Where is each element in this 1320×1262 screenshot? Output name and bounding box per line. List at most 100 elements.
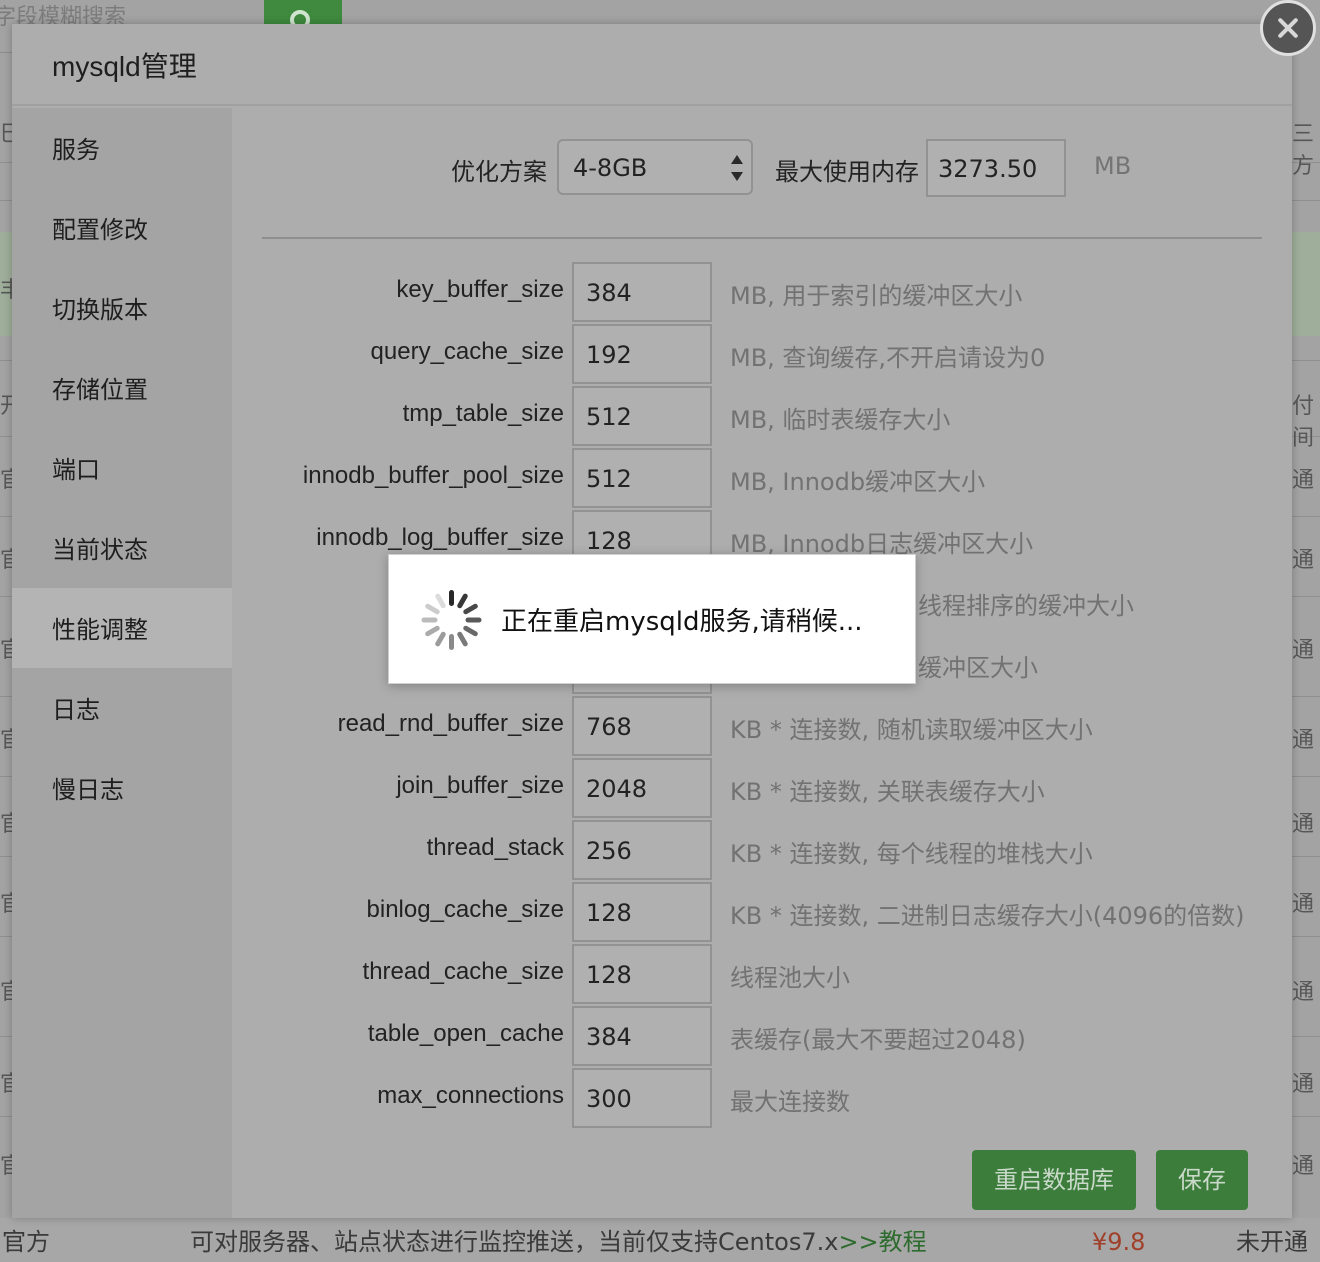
param-desc: 最大连接数 bbox=[730, 1088, 850, 1116]
param-name: innodb_buffer_pool_size bbox=[302, 462, 564, 489]
param-name: tmp_table_size bbox=[402, 400, 564, 427]
select-arrows-icon bbox=[731, 155, 743, 181]
sidebar-item-storage[interactable]: 存储位置 bbox=[12, 348, 232, 428]
spinner-segment bbox=[449, 634, 454, 650]
spinner-segment bbox=[434, 630, 447, 648]
param-name: table_open_cache bbox=[367, 1020, 564, 1047]
param-input[interactable]: 512 bbox=[572, 448, 712, 508]
spinner-segment bbox=[449, 590, 454, 606]
table-cell-fragment: 通 bbox=[1292, 979, 1315, 1004]
table-cell-fragment: 官 bbox=[0, 811, 12, 836]
param-desc: KB * 连接数, 关联表缓存大小 bbox=[730, 778, 1045, 806]
param-desc: KB * 连接数, 每个线程的堆栈大小 bbox=[730, 840, 1093, 868]
param-row: key_buffer_size 384 MB, 用于索引的缓冲区大小 bbox=[232, 262, 1292, 324]
table-cell-fragment: 通 bbox=[1292, 467, 1315, 492]
divider bbox=[262, 237, 1262, 239]
loading-message: 正在重启mysqld服务,请稍候... bbox=[501, 607, 863, 637]
table-cell-fragment: 通 bbox=[1292, 891, 1315, 916]
param-name: innodb_log_buffer_size bbox=[316, 524, 564, 551]
plugin-desc: 可对服务器、站点状态进行监控推送，当前仅支持Centos7.x>>教程 bbox=[190, 1228, 927, 1256]
optimize-select[interactable]: 4-8GB bbox=[557, 139, 753, 195]
param-row: max_connections 300 最大连接数 bbox=[232, 1068, 1292, 1130]
spinner-segment bbox=[465, 617, 482, 623]
table-cell-fragment: 开 bbox=[0, 393, 12, 418]
table-cell-fragment: 通 bbox=[1292, 547, 1315, 572]
param-input[interactable]: 384 bbox=[572, 1006, 712, 1066]
param-desc: MB, Innodb缓冲区大小 bbox=[730, 468, 986, 496]
param-name: read_rnd_buffer_size bbox=[337, 710, 564, 737]
spinner-segment bbox=[462, 602, 479, 616]
table-cell-fragment: 付间 bbox=[1292, 393, 1315, 450]
table-cell-fragment: 官 bbox=[0, 979, 12, 1004]
sidebar-item-status[interactable]: 当前状态 bbox=[12, 508, 232, 588]
param-row: binlog_cache_size 128 KB * 连接数, 二进制日志缓存大… bbox=[232, 882, 1292, 944]
param-row: thread_cache_size 128 线程池大小 bbox=[232, 944, 1292, 1006]
sidebar-item-performance[interactable]: 性能调整 bbox=[12, 588, 232, 668]
table-cell-fragment: 官 bbox=[0, 467, 12, 492]
table-cell-fragment: 官 bbox=[0, 1071, 12, 1096]
dialog-sidebar: 服务 配置修改 切换版本 存储位置 端口 当前状态 性能调整 日志 慢日志 bbox=[12, 108, 232, 1218]
param-desc: MB, 临时表缓存大小 bbox=[730, 406, 951, 434]
param-input[interactable]: 128 bbox=[572, 882, 712, 942]
param-input[interactable]: 512 bbox=[572, 386, 712, 446]
table-cell-fragment: 通 bbox=[1292, 811, 1315, 836]
table-cell-fragment: 通 bbox=[1292, 1153, 1315, 1178]
spinner-segment bbox=[456, 630, 469, 648]
close-icon[interactable] bbox=[1260, 0, 1316, 56]
table-cell-fragment: 三方 bbox=[1292, 121, 1315, 178]
param-desc: 线程池大小 bbox=[730, 964, 850, 992]
spinner-icon bbox=[419, 588, 483, 652]
param-desc: MB, 用于索引的缓冲区大小 bbox=[730, 282, 1023, 310]
table-cell-fragment: 官 bbox=[0, 891, 12, 916]
sidebar-item-port[interactable]: 端口 bbox=[12, 428, 232, 508]
param-input[interactable]: 256 bbox=[572, 820, 712, 880]
param-name: query_cache_size bbox=[370, 338, 564, 365]
param-name: thread_cache_size bbox=[362, 958, 564, 985]
spinner-segment bbox=[424, 624, 441, 638]
plugin-price: ¥9.8 bbox=[1092, 1228, 1146, 1256]
sidebar-item-slow-log[interactable]: 慢日志 bbox=[12, 748, 232, 828]
param-row: tmp_table_size 512 MB, 临时表缓存大小 bbox=[232, 386, 1292, 448]
param-row: innodb_buffer_pool_size 512 MB, Innodb缓冲… bbox=[232, 448, 1292, 510]
param-desc: 表缓存(最大不要超过2048) bbox=[730, 1026, 1026, 1054]
param-desc: KB * 连接数, 随机读取缓冲区大小 bbox=[730, 716, 1093, 744]
param-name: thread_stack bbox=[426, 834, 564, 861]
table-cell-fragment: 通 bbox=[1292, 727, 1315, 752]
max-mem-input[interactable]: 3273.50 bbox=[926, 139, 1066, 197]
sidebar-item-version[interactable]: 切换版本 bbox=[12, 268, 232, 348]
sidebar-item-config[interactable]: 配置修改 bbox=[12, 188, 232, 268]
param-desc: KB * 连接数, 二进制日志缓存大小(4096的倍数) bbox=[730, 902, 1245, 930]
param-row: join_buffer_size 2048 KB * 连接数, 关联表缓存大小 bbox=[232, 758, 1292, 820]
param-input[interactable]: 300 bbox=[572, 1068, 712, 1128]
spinner-segment bbox=[456, 592, 469, 610]
table-cell-fragment: 巳 bbox=[0, 121, 12, 146]
param-input[interactable]: 128 bbox=[572, 944, 712, 1004]
optimize-row: 优化方案 4-8GB 最大使用内存 3273.50 MB bbox=[232, 108, 1292, 238]
plugin-status[interactable]: 未开通 bbox=[1236, 1218, 1308, 1262]
plugin-type: 官方 bbox=[2, 1228, 50, 1256]
dialog-title: mysqld管理 bbox=[12, 24, 1292, 106]
param-name: binlog_cache_size bbox=[366, 896, 564, 923]
param-input[interactable]: 384 bbox=[572, 262, 712, 322]
max-mem-label: 最大使用内存 bbox=[775, 158, 919, 186]
param-desc: 线程排序的缓冲大小 bbox=[918, 592, 1134, 620]
loading-toast: 正在重启mysqld服务,请稍候... bbox=[388, 554, 916, 684]
save-button[interactable]: 保存 bbox=[1156, 1150, 1248, 1210]
sidebar-item-log[interactable]: 日志 bbox=[12, 668, 232, 748]
param-desc: MB, 查询缓存,不开启请设为0 bbox=[730, 344, 1046, 372]
param-name: join_buffer_size bbox=[396, 772, 564, 799]
tutorial-link[interactable]: >>教程 bbox=[838, 1228, 926, 1256]
param-name: max_connections bbox=[377, 1082, 564, 1109]
table-cell-fragment: 官 bbox=[0, 1153, 12, 1178]
sidebar-item-service[interactable]: 服务 bbox=[12, 108, 232, 188]
restart-database-button[interactable]: 重启数据库 bbox=[972, 1150, 1136, 1210]
table-cell-fragment: 丰 bbox=[0, 277, 12, 302]
param-input[interactable]: 192 bbox=[572, 324, 712, 384]
param-input[interactable]: 768 bbox=[572, 696, 712, 756]
param-row: read_rnd_buffer_size 768 KB * 连接数, 随机读取缓… bbox=[232, 696, 1292, 758]
spinner-segment bbox=[462, 624, 479, 638]
spinner-segment bbox=[434, 592, 447, 610]
optimize-label: 优化方案 bbox=[451, 158, 547, 186]
param-input[interactable]: 2048 bbox=[572, 758, 712, 818]
table-row: 官方 可对服务器、站点状态进行监控推送，当前仅支持Centos7.x>>教程 ¥… bbox=[0, 1218, 1320, 1262]
